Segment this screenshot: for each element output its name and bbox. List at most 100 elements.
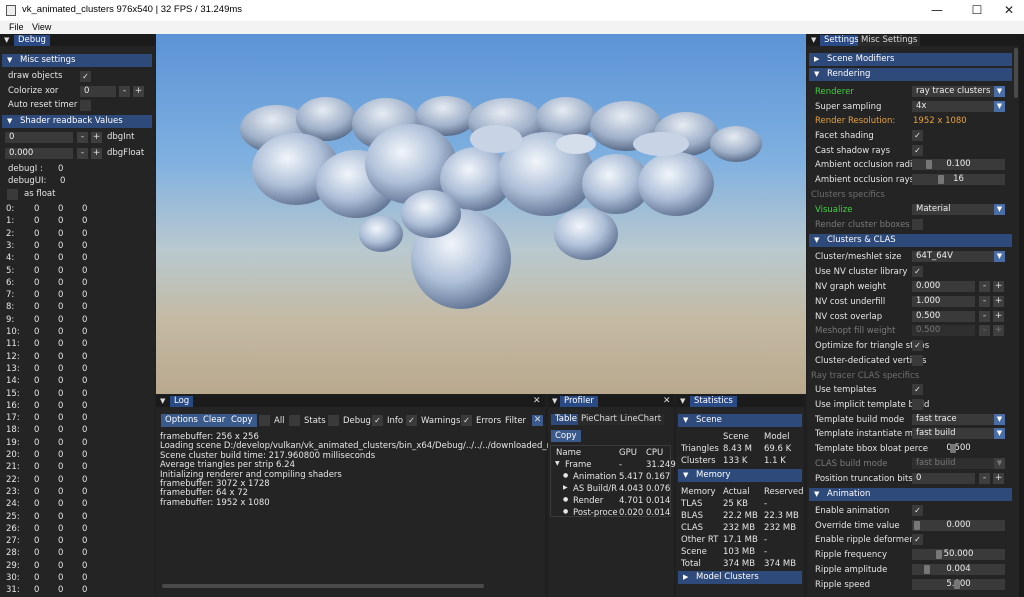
optimize-strips-checkbox[interactable]: ✓	[912, 340, 923, 351]
log-clear-button[interactable]: Clear	[199, 414, 230, 427]
enable-ripple-checkbox[interactable]: ✓	[912, 534, 923, 545]
window-menu-icon[interactable]: ▼	[4, 36, 9, 44]
close-button[interactable]: ✕	[992, 0, 1024, 21]
slider-handle[interactable]	[938, 175, 944, 184]
render-viewport[interactable]	[156, 34, 806, 394]
expanded-icon[interactable]: ▼	[555, 460, 560, 467]
dbgint-plus[interactable]: +	[91, 132, 102, 143]
pos-trunc-bits-input[interactable]: 0	[912, 473, 975, 484]
readback-header[interactable]: ▼ Shader readback Values	[2, 115, 152, 128]
filter-info-checkbox[interactable]: ✓	[372, 415, 383, 426]
draw-objects-checkbox[interactable]: ✓	[80, 71, 91, 82]
window-menu-icon[interactable]: ▼	[811, 36, 816, 44]
ao-radius-slider[interactable]: 0.100	[912, 159, 1005, 170]
menu-file[interactable]: File	[9, 22, 24, 32]
window-menu-icon[interactable]: ▼	[160, 397, 165, 405]
dbgint-minus[interactable]: -	[77, 132, 88, 143]
filter-warnings-checkbox[interactable]: ✓	[406, 415, 417, 426]
slider-handle[interactable]	[936, 550, 942, 559]
template-build-mode-select[interactable]: fast trace ▼	[912, 414, 1005, 425]
facet-shading-checkbox[interactable]: ✓	[912, 130, 923, 141]
settings-scrollbar[interactable]	[1014, 48, 1018, 98]
nv-graph-weight-input[interactable]: 0.000	[912, 281, 975, 292]
tab-settings[interactable]: Settings	[820, 35, 863, 46]
template-inst-mode-select[interactable]: fast build ▼	[912, 428, 1005, 439]
enable-animation-checkbox[interactable]: ✓	[912, 505, 923, 516]
visualize-select[interactable]: Material ▼	[912, 204, 1005, 215]
meshopt-fill-weight-minus[interactable]: -	[979, 325, 990, 336]
filter-errors-checkbox[interactable]: ✓	[461, 415, 472, 426]
pos-trunc-bits-plus[interactable]: +	[993, 473, 1004, 484]
filter-clear-icon[interactable]: ✕	[532, 415, 543, 426]
meshlet-size-select[interactable]: 64T_64V ▼	[912, 251, 1005, 262]
close-icon[interactable]: ✕	[663, 396, 671, 406]
dbgint-input[interactable]: 0	[5, 132, 73, 143]
nv-cost-underfill-minus[interactable]: -	[979, 296, 990, 307]
window-menu-icon[interactable]: ▼	[552, 397, 557, 405]
log-options-button[interactable]: Options	[161, 414, 202, 427]
as-float-checkbox[interactable]	[7, 189, 18, 200]
use-implicit-checkbox[interactable]	[912, 399, 923, 410]
template-bbox-slider[interactable]: 0.500	[912, 443, 1005, 454]
colorize-xor-minus[interactable]: -	[119, 86, 130, 97]
nv-cost-overlap-minus[interactable]: -	[979, 311, 990, 322]
pos-trunc-bits-minus[interactable]: -	[979, 473, 990, 484]
clas-build-mode-select[interactable]: fast build ▼	[912, 458, 1005, 469]
slider-handle[interactable]	[924, 565, 930, 574]
nv-cost-overlap-plus[interactable]: +	[993, 311, 1004, 322]
model-clusters-header[interactable]: ▶ Model Clusters	[678, 571, 802, 584]
scene-header[interactable]: ▼ Scene	[678, 414, 802, 427]
animation-header[interactable]: ▼ Animation	[809, 488, 1012, 501]
collapsed-icon[interactable]: ▶	[563, 484, 568, 491]
auto-reset-checkbox[interactable]	[80, 100, 91, 111]
slider-handle[interactable]	[950, 444, 956, 453]
slider-handle[interactable]	[954, 580, 960, 589]
use-templates-checkbox[interactable]: ✓	[912, 384, 923, 395]
cast-shadow-checkbox[interactable]: ✓	[912, 145, 923, 156]
meshopt-fill-weight-plus[interactable]: +	[993, 325, 1004, 336]
nv-cost-overlap-input[interactable]: 0.500	[912, 311, 975, 322]
scene-modifiers-header[interactable]: ▶ Scene Modifiers	[809, 53, 1012, 66]
subtab-linechart[interactable]: LineChart	[617, 414, 665, 425]
slider-handle[interactable]	[914, 521, 920, 530]
renderer-select[interactable]: ray trace clusters ▼	[912, 86, 1005, 97]
tab-debug[interactable]: Debug	[14, 35, 50, 46]
dbgfloat-input[interactable]: 0.000	[5, 148, 73, 159]
render-cluster-bboxes-checkbox[interactable]	[912, 219, 923, 230]
nv-cost-underfill-plus[interactable]: +	[993, 296, 1004, 307]
filter-stats-checkbox[interactable]	[289, 415, 300, 426]
use-nv-library-checkbox[interactable]: ✓	[912, 266, 923, 277]
profiler-copy-button[interactable]: Copy	[551, 430, 581, 442]
nv-graph-weight-plus[interactable]: +	[993, 281, 1004, 292]
colorize-xor-plus[interactable]: +	[133, 86, 144, 97]
nv-graph-weight-minus[interactable]: -	[979, 281, 990, 292]
menu-view[interactable]: View	[32, 22, 51, 32]
window-menu-icon[interactable]: ▼	[680, 397, 685, 405]
nv-cost-underfill-input[interactable]: 1.000	[912, 296, 975, 307]
close-icon[interactable]: ✕	[533, 396, 541, 406]
subtab-table[interactable]: Table	[551, 414, 581, 425]
subtab-piechart[interactable]: PieChart	[578, 414, 620, 425]
slider-handle[interactable]	[926, 160, 932, 169]
dbgfloat-plus[interactable]: +	[91, 148, 102, 159]
tab-statistics[interactable]: Statistics	[690, 396, 737, 407]
filter-debug-checkbox[interactable]	[328, 415, 339, 426]
memory-header[interactable]: ▼ Memory	[678, 469, 802, 482]
ripple-speed-slider[interactable]: 5.000	[912, 579, 1005, 590]
supersampling-select[interactable]: 4x ▼	[912, 101, 1005, 112]
meshopt-fill-weight-input[interactable]: 0.500	[912, 325, 975, 336]
ripple-amp-slider[interactable]: 0.004	[912, 564, 1005, 575]
tab-log[interactable]: Log	[170, 396, 194, 407]
filter-all-checkbox[interactable]	[259, 415, 270, 426]
tab-misc-settings[interactable]: Misc Settings	[858, 35, 921, 46]
ao-rays-slider[interactable]: 16	[912, 174, 1005, 185]
cluster-dedicated-checkbox[interactable]	[912, 355, 923, 366]
log-copy-button[interactable]: Copy	[227, 414, 257, 427]
misc-settings-header[interactable]: ▼ Misc settings	[2, 54, 152, 67]
tab-profiler[interactable]: Profiler	[560, 396, 598, 407]
colorize-xor-input[interactable]: 0	[80, 86, 116, 97]
log-scrollbar[interactable]	[162, 584, 484, 588]
rendering-header[interactable]: ▼ Rendering	[809, 68, 1012, 81]
ripple-freq-slider[interactable]: 50.000	[912, 549, 1005, 560]
dbgfloat-minus[interactable]: -	[77, 148, 88, 159]
